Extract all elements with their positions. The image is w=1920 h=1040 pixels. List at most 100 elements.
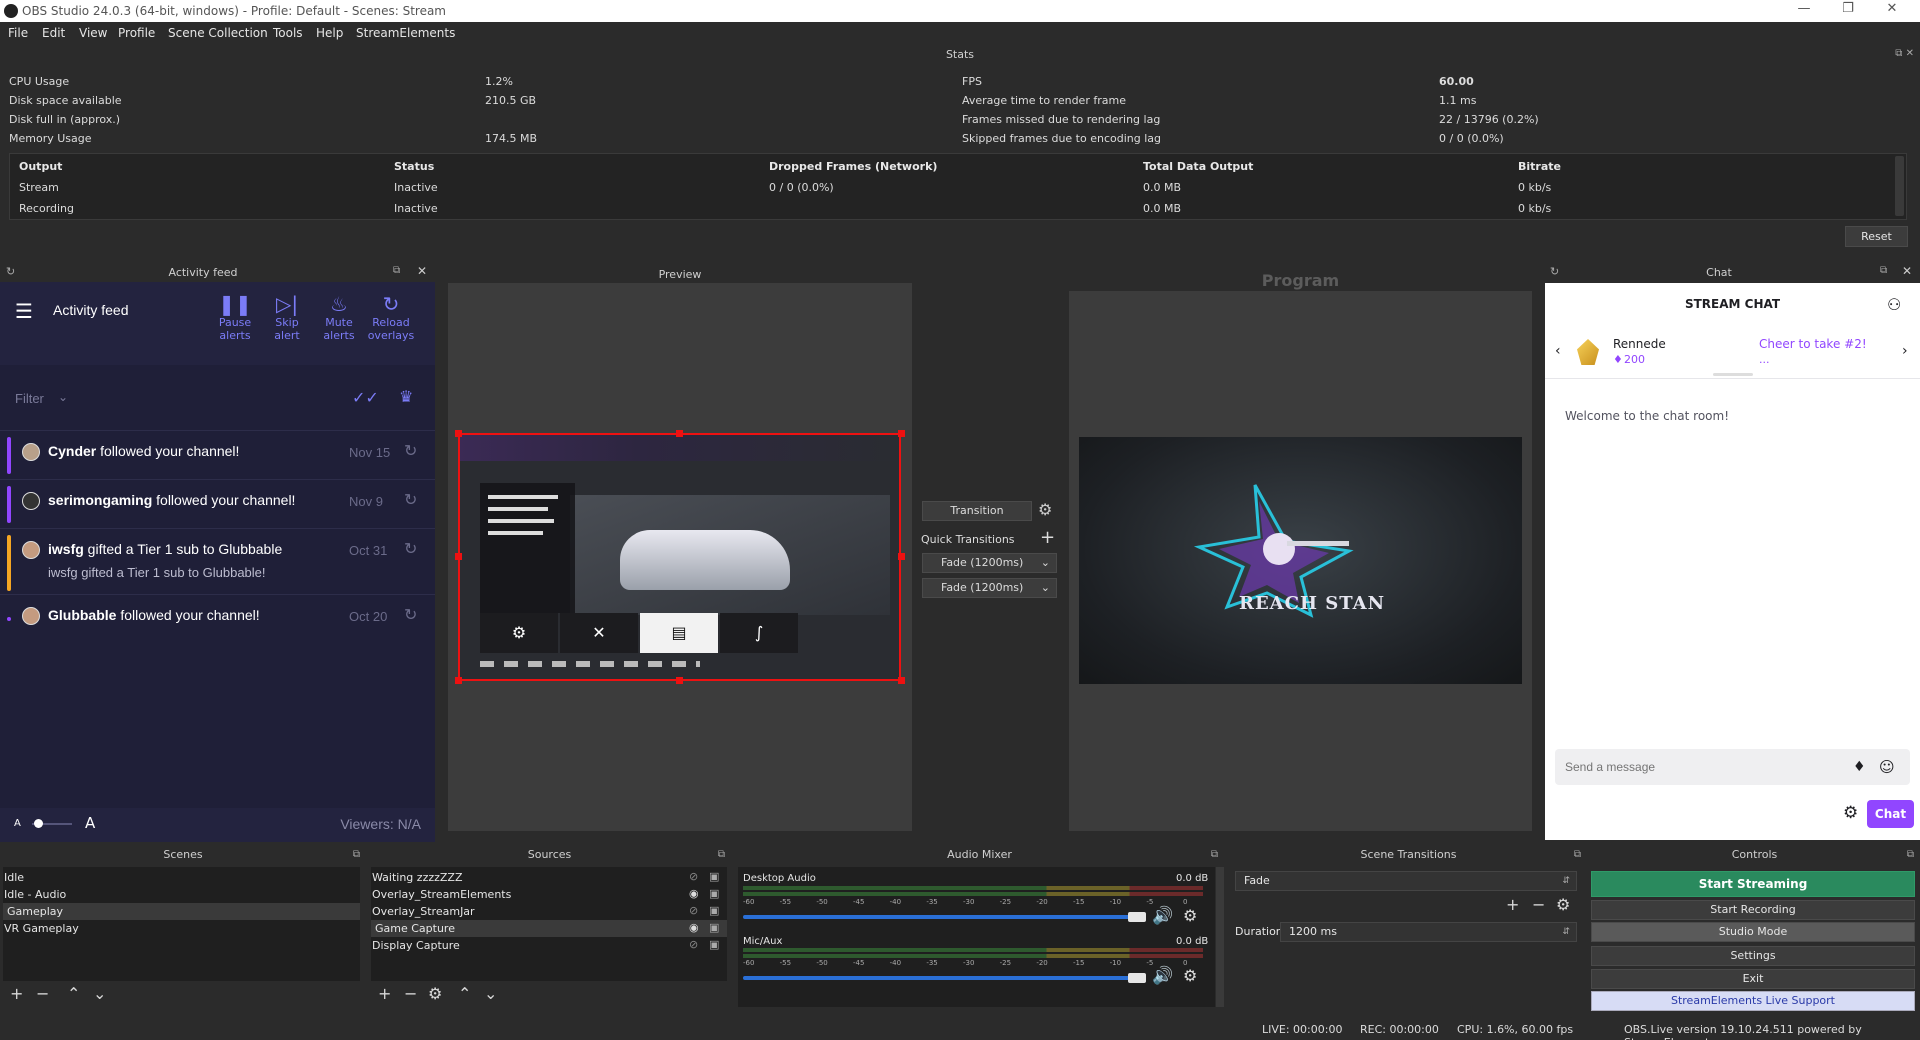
resize-handle[interactable] bbox=[455, 677, 462, 684]
resize-handle[interactable] bbox=[676, 430, 683, 437]
remove-icon[interactable]: − bbox=[36, 984, 49, 1003]
speaker-icon[interactable]: 🔊 bbox=[1152, 906, 1173, 926]
volume-slider[interactable] bbox=[743, 915, 1143, 919]
replay-icon[interactable]: ↻ bbox=[404, 441, 417, 460]
add-icon[interactable]: + bbox=[1506, 895, 1519, 914]
eye-hidden-icon[interactable]: ⊘ bbox=[689, 904, 698, 917]
reload-overlays-button[interactable]: ↻ Reload overlays bbox=[366, 292, 416, 342]
list-item[interactable]: Glubbable followed your channel! Oct 20 … bbox=[0, 595, 435, 644]
dock-float-icon[interactable]: ⧉ bbox=[353, 849, 360, 860]
quick-transition-item[interactable]: Fade (1200ms) ⌄ bbox=[922, 578, 1057, 598]
scene-item[interactable]: VR Gameplay bbox=[4, 920, 79, 937]
source-item[interactable]: Display Capture bbox=[372, 937, 460, 954]
duration-input[interactable]: 1200 ms ⇵ bbox=[1280, 922, 1577, 942]
menu-file[interactable]: File bbox=[8, 26, 28, 40]
users-icon[interactable]: ⚇ bbox=[1887, 295, 1901, 314]
crown-icon[interactable]: ♛ bbox=[399, 387, 413, 406]
emote-icon[interactable]: ☺ bbox=[1879, 758, 1895, 776]
font-size-slider-knob[interactable] bbox=[34, 819, 43, 828]
menu-streamelements[interactable]: StreamElements bbox=[356, 26, 455, 40]
hamburger-icon[interactable]: ☰ bbox=[15, 299, 33, 323]
dock-float-icon[interactable]: ⧉ ✕ bbox=[1895, 48, 1914, 59]
remove-icon[interactable]: − bbox=[1532, 895, 1545, 914]
menu-help[interactable]: Help bbox=[316, 26, 343, 40]
source-item[interactable]: Waiting zzzzZZZ bbox=[372, 869, 463, 886]
resize-handle[interactable] bbox=[455, 430, 462, 437]
chat-settings-icon[interactable]: ⚙ bbox=[1843, 803, 1858, 823]
reset-button[interactable]: Reset bbox=[1845, 226, 1908, 247]
replay-icon[interactable]: ↻ bbox=[404, 605, 417, 624]
menu-view[interactable]: View bbox=[79, 26, 107, 40]
quick-transition-item[interactable]: Fade (1200ms) ⌄ bbox=[922, 553, 1057, 573]
scene-item-selected[interactable]: Gameplay bbox=[3, 903, 360, 920]
move-up-icon[interactable]: ⌃ bbox=[67, 984, 80, 1003]
add-icon[interactable]: + bbox=[10, 984, 23, 1003]
resize-handle[interactable] bbox=[898, 553, 905, 560]
replay-icon[interactable]: ↻ bbox=[404, 490, 417, 509]
lock-icon[interactable]: ▣ bbox=[709, 904, 719, 917]
maximize-icon[interactable]: ❐ bbox=[1828, 1, 1868, 21]
resize-handle[interactable] bbox=[898, 677, 905, 684]
resize-handle[interactable] bbox=[676, 677, 683, 684]
move-down-icon[interactable]: ⌄ bbox=[484, 984, 497, 1003]
volume-slider[interactable] bbox=[743, 976, 1143, 980]
transition-select[interactable]: Fade ⇵ bbox=[1235, 871, 1577, 891]
lock-icon[interactable]: ▣ bbox=[709, 887, 719, 900]
gear-icon[interactable]: ⚙ bbox=[428, 984, 442, 1003]
eye-hidden-icon[interactable]: ⊘ bbox=[689, 938, 698, 951]
volume-slider-knob[interactable] bbox=[1128, 912, 1146, 922]
gear-icon[interactable]: ⚙ bbox=[1183, 906, 1197, 925]
speaker-icon[interactable]: 🔊 bbox=[1152, 966, 1173, 986]
gear-icon[interactable]: ⚙ bbox=[1183, 966, 1197, 985]
source-item[interactable]: Overlay_StreamJar bbox=[372, 903, 475, 920]
minimize-icon[interactable]: — bbox=[1784, 1, 1824, 21]
gear-icon[interactable]: ⚙ bbox=[1038, 500, 1052, 519]
transition-button[interactable]: Transition bbox=[922, 501, 1032, 521]
exit-button[interactable]: Exit bbox=[1591, 969, 1915, 989]
mute-alerts-button[interactable]: ♨ Mute alerts bbox=[314, 292, 364, 342]
menu-tools[interactable]: Tools bbox=[273, 26, 303, 40]
replay-icon[interactable]: ↻ bbox=[404, 539, 417, 558]
chevron-down-icon[interactable]: ⌄ bbox=[58, 390, 68, 404]
chat-send-button[interactable]: Chat bbox=[1867, 800, 1914, 828]
source-item-selected[interactable]: Game Capture bbox=[371, 920, 727, 937]
resize-handle[interactable] bbox=[898, 430, 905, 437]
start-recording-button[interactable]: Start Recording bbox=[1591, 900, 1915, 920]
lock-icon[interactable]: ▣ bbox=[709, 921, 719, 934]
skip-alert-button[interactable]: ▷| Skip alert bbox=[262, 292, 312, 342]
check-all-icon[interactable]: ✓✓ bbox=[352, 388, 379, 407]
move-down-icon[interactable]: ⌄ bbox=[93, 984, 106, 1003]
add-icon[interactable]: + bbox=[1040, 527, 1055, 548]
dock-close-icon[interactable]: ✕ bbox=[417, 264, 427, 278]
eye-icon[interactable]: ◉ bbox=[689, 887, 699, 900]
dock-float-icon[interactable]: ⧉ bbox=[1211, 849, 1218, 860]
lock-icon[interactable]: ▣ bbox=[709, 870, 719, 883]
bits-icon[interactable]: ♦ bbox=[1853, 759, 1866, 775]
close-icon[interactable]: ✕ bbox=[1872, 1, 1912, 21]
dock-float-icon[interactable]: ⧉ bbox=[1880, 265, 1887, 276]
volume-slider-knob[interactable] bbox=[1128, 973, 1146, 983]
start-streaming-button[interactable]: Start Streaming bbox=[1591, 871, 1915, 897]
settings-button[interactable]: Settings bbox=[1591, 946, 1915, 966]
chevron-right-icon[interactable]: › bbox=[1902, 343, 1908, 359]
dock-float-icon[interactable]: ⧉ bbox=[1574, 849, 1581, 860]
remove-icon[interactable]: − bbox=[404, 984, 417, 1003]
menu-edit[interactable]: Edit bbox=[42, 26, 65, 40]
live-support-button[interactable]: StreamElements Live Support bbox=[1591, 991, 1915, 1011]
resize-handle[interactable] bbox=[455, 553, 462, 560]
gear-icon[interactable]: ⚙ bbox=[1556, 895, 1570, 914]
list-item[interactable]: iwsfg gifted a Tier 1 sub to Glubbable i… bbox=[0, 529, 435, 595]
eye-icon[interactable]: ◉ bbox=[689, 921, 699, 934]
add-icon[interactable]: + bbox=[378, 984, 391, 1003]
studio-mode-button[interactable]: Studio Mode bbox=[1591, 922, 1915, 942]
scene-item[interactable]: Idle - Audio bbox=[4, 886, 66, 903]
dock-close-icon[interactable]: ✕ bbox=[1902, 264, 1912, 278]
scene-item[interactable]: Idle bbox=[4, 869, 24, 886]
eye-hidden-icon[interactable]: ⊘ bbox=[689, 870, 698, 883]
list-item[interactable]: serimongaming followed your channel! Nov… bbox=[0, 480, 435, 529]
menu-profile[interactable]: Profile bbox=[118, 26, 155, 40]
list-item[interactable]: Cynder followed your channel! Nov 15 ↻ bbox=[0, 431, 435, 480]
dock-float-icon[interactable]: ⧉ bbox=[1907, 849, 1914, 860]
dock-float-icon[interactable]: ⧉ bbox=[718, 849, 725, 860]
cheer-link[interactable]: Cheer to take #2! bbox=[1759, 337, 1867, 351]
